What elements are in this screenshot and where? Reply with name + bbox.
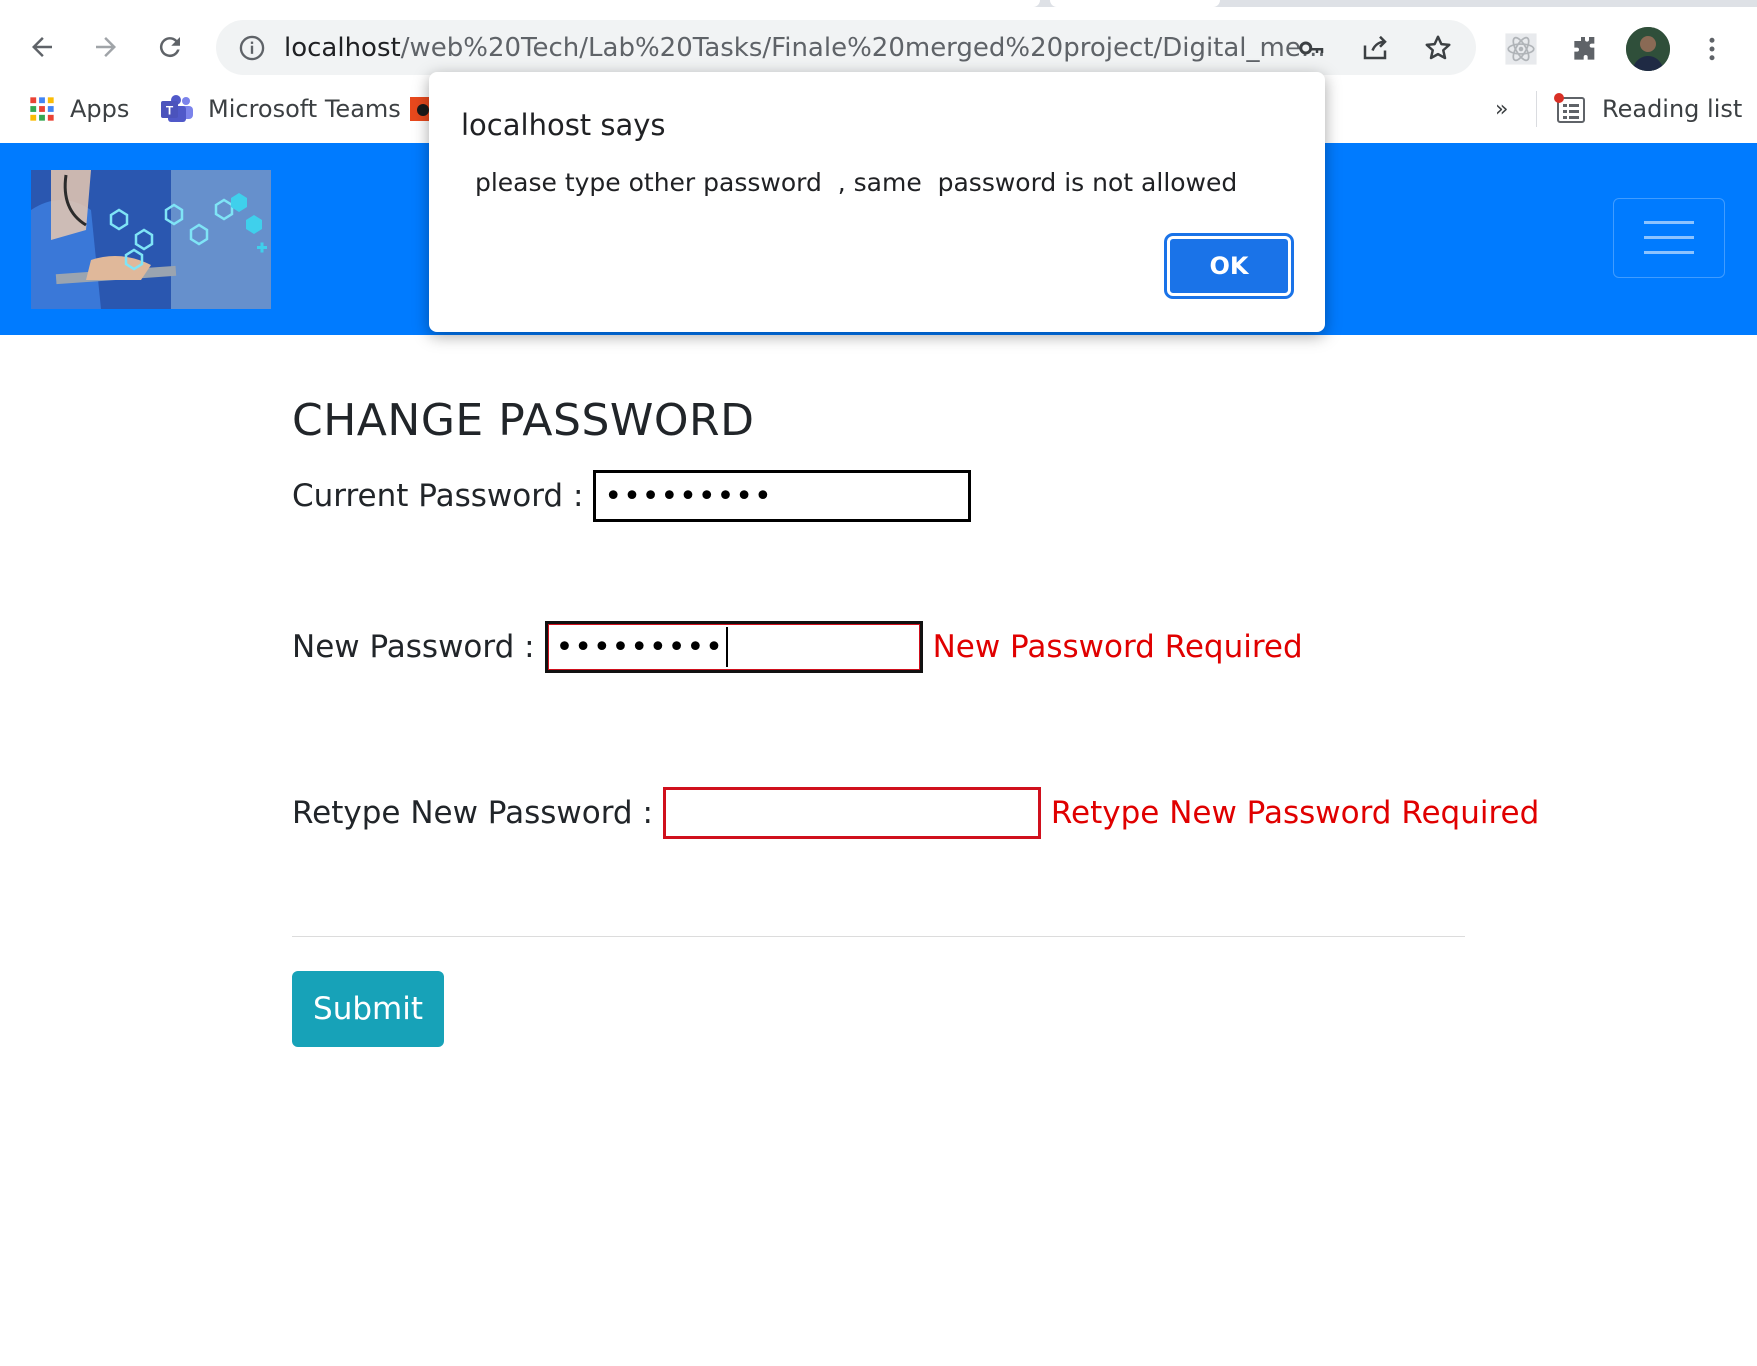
- submit-button[interactable]: Submit: [292, 971, 444, 1047]
- bookmark-microsoft-teams[interactable]: T Microsoft Teams: [160, 91, 401, 127]
- bookmark-label: Apps: [70, 95, 130, 123]
- url-text: localhost/web%20Tech/Lab%20Tasks/Finale%…: [284, 33, 1326, 63]
- bookmark-apps[interactable]: Apps: [28, 91, 129, 127]
- retype-password-error: Retype New Password Required: [1050, 795, 1540, 831]
- reading-list-button[interactable]: Reading list: [1554, 91, 1742, 127]
- site-logo-image[interactable]: [31, 170, 271, 309]
- retype-password-label: Retype New Password :: [292, 795, 653, 831]
- new-password-value: •••••••••: [555, 629, 724, 665]
- current-password-label: Current Password :: [292, 478, 584, 514]
- new-password-row: New Password : ••••••••• New Password Re…: [292, 621, 1303, 673]
- alert-dialog: localhost says please type other passwor…: [429, 72, 1325, 332]
- url-host: localhost: [284, 33, 401, 63]
- dialog-message: please type other password , same passwo…: [467, 168, 1238, 197]
- current-password-value: •••••••••: [604, 478, 773, 514]
- svg-text:T: T: [166, 104, 174, 118]
- password-key-icon[interactable]: [1296, 32, 1328, 64]
- site-info-icon[interactable]: [236, 32, 268, 64]
- retype-password-input[interactable]: [662, 787, 1041, 839]
- bookmarks-overflow-button[interactable]: »: [1495, 91, 1508, 127]
- profile-avatar[interactable]: [1626, 27, 1670, 71]
- text-caret: [725, 627, 728, 667]
- current-password-row: Current Password : •••••••••: [292, 470, 972, 522]
- tab-strip: [0, 0, 1757, 7]
- new-password-input[interactable]: •••••••••: [544, 621, 923, 673]
- browser-tab[interactable]: [1050, 0, 1220, 7]
- url-path: /web%20Tech/Lab%20Tasks/Finale%20merged%…: [400, 33, 1326, 63]
- bookmark-star-icon[interactable]: [1422, 32, 1454, 64]
- browser-menu-icon[interactable]: [1694, 31, 1730, 67]
- new-password-error: New Password Required: [932, 629, 1303, 665]
- current-password-input[interactable]: •••••••••: [593, 470, 972, 522]
- browser-toolbar: localhost/web%20Tech/Lab%20Tasks/Finale%…: [0, 7, 1757, 77]
- dialog-ok-button[interactable]: OK: [1164, 233, 1294, 299]
- reload-icon: [159, 37, 180, 58]
- bookmark-label: Microsoft Teams: [208, 95, 401, 123]
- active-tab[interactable]: [0, 0, 1040, 7]
- address-bar[interactable]: localhost/web%20Tech/Lab%20Tasks/Finale%…: [216, 20, 1476, 75]
- page-title: CHANGE PASSWORD: [292, 395, 755, 446]
- bookmarks-divider: [1536, 91, 1537, 127]
- reload-button[interactable]: [148, 25, 192, 69]
- forward-button[interactable]: [84, 25, 128, 69]
- back-button[interactable]: [20, 25, 64, 69]
- forward-arrow-icon: [96, 37, 116, 57]
- form-divider: [292, 936, 1465, 937]
- overflow-chevron-label: »: [1495, 96, 1509, 122]
- share-icon[interactable]: [1359, 32, 1391, 64]
- reading-list-icon: [1554, 93, 1588, 125]
- react-devtools-icon[interactable]: [1503, 31, 1539, 67]
- back-arrow-icon: [32, 37, 52, 57]
- extensions-puzzle-icon[interactable]: [1567, 31, 1603, 67]
- teams-icon: T: [160, 94, 194, 124]
- reading-list-label: Reading list: [1602, 95, 1743, 123]
- dialog-title: localhost says: [461, 108, 666, 142]
- navbar-toggler-button[interactable]: [1613, 198, 1725, 278]
- retype-password-row: Retype New Password : Retype New Passwor…: [292, 787, 1539, 839]
- new-password-label: New Password :: [292, 629, 535, 665]
- apps-grid-icon: [28, 95, 56, 123]
